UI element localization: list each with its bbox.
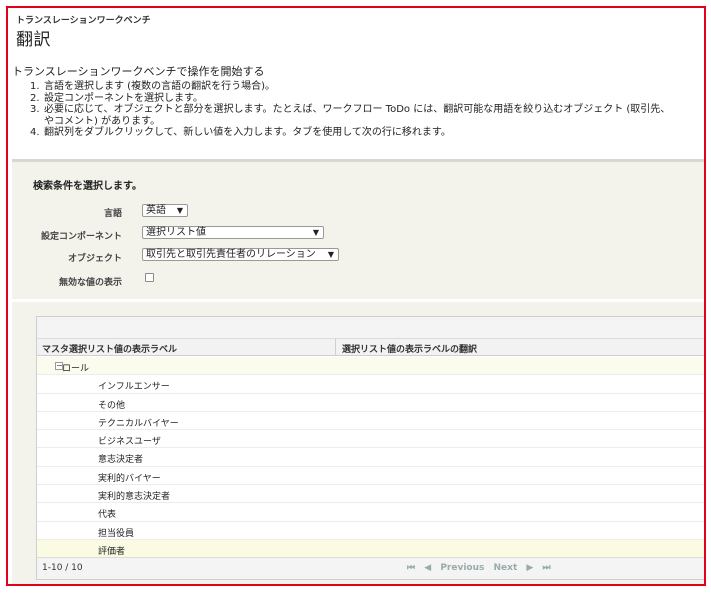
group-row-role[interactable]: − ロール	[37, 357, 704, 376]
col-separator	[335, 339, 336, 356]
col-master-header[interactable]: マスタ選択リスト値の表示ラベル	[42, 342, 177, 355]
highlight-frame: トランスレーションワークベンチ 翻訳 トランスレーションワークベンチで操作を開始…	[6, 6, 706, 586]
inactive-values-checkbox[interactable]	[145, 273, 154, 282]
next-page-button[interactable]: Next	[494, 563, 518, 573]
chevron-down-icon: ▼	[327, 250, 334, 259]
grid-header: マスタ選択リスト値の表示ラベル 選択リスト値の表示ラベルの翻訳	[37, 339, 704, 356]
col-translation-header[interactable]: 選択リスト値の表示ラベルの翻訳	[342, 342, 477, 355]
table-row[interactable]: 評価者	[37, 539, 704, 559]
prev-page-button[interactable]: Previous	[440, 563, 484, 573]
language-select[interactable]: 英語 ▼	[142, 204, 188, 217]
filter-title: 検索条件を選択します。	[33, 181, 142, 192]
pager: ⏮ ◀ Previous Next ▶ ⏭	[407, 563, 557, 573]
chevron-down-icon: ▼	[176, 206, 183, 215]
intro-heading: トランスレーションワークベンチで操作を開始する	[12, 65, 265, 78]
table-row[interactable]: 実利的意志決定者	[37, 485, 704, 504]
inactive-values-label: 無効な値の表示	[58, 278, 122, 288]
step-3: 3. 必要に応じて、オブジェクトと部分を選択します。たとえば、ワークフロー ToD…	[30, 104, 671, 115]
grid-footer: 1-10 / 10 ⏮ ◀ Previous Next ▶ ⏭	[37, 557, 704, 579]
step-list: 1. 言語を選択します (複数の言語の翻訳を行う場合)。 2. 設定コンポーネントを…	[30, 81, 704, 139]
pager-count: 1-10 / 10	[42, 563, 83, 573]
page-title: 翻訳	[16, 30, 51, 50]
next-page-icon[interactable]: ▶	[526, 563, 533, 573]
component-label: 設定コンポーネント	[40, 232, 122, 242]
grid-rows: − ロール インフルエンサー その他 テクニカルバイヤー ビジネスユーザ 意志決…	[37, 357, 704, 559]
table-row[interactable]: インフルエンサー	[37, 375, 704, 394]
chevron-down-icon: ▼	[312, 228, 319, 237]
object-label: オブジェクト	[67, 254, 122, 264]
prev-page-icon[interactable]: ◀	[424, 563, 431, 573]
step-2: 2. 設定コンポーネントを選択します。	[30, 92, 203, 104]
language-label: 言語	[103, 209, 122, 219]
translation-grid: マスタ選択リスト値の表示ラベル 選択リスト値の表示ラベルの翻訳 − ロール イン…	[36, 316, 704, 580]
grid-area: マスタ選択リスト値の表示ラベル 選択リスト値の表示ラベルの翻訳 − ロール イン…	[12, 302, 704, 584]
table-row[interactable]: 代表	[37, 503, 704, 522]
table-row[interactable]: 担当役員	[37, 522, 704, 540]
table-row[interactable]: テクニカルバイヤー	[37, 412, 704, 431]
table-row[interactable]: その他	[37, 394, 704, 412]
step-3-continuation: やコメント) があります。	[44, 115, 161, 127]
table-row[interactable]: 意志決定者	[37, 448, 704, 467]
object-select[interactable]: 取引先と取引先責任者のリレーション ▼	[142, 248, 339, 261]
step-4: 4. 翻訳列をダブルクリックして、新しい値を入力します。タブを使用して次の行に移れ…	[30, 127, 451, 138]
last-page-icon[interactable]: ⏭	[542, 563, 550, 573]
table-row[interactable]: 実利的バイヤー	[37, 467, 704, 486]
grid-toolbar	[37, 317, 704, 339]
first-page-icon[interactable]: ⏮	[407, 563, 415, 573]
filter-panel: 検索条件を選択します。 言語 英語 ▼ 設定コンポーネント 選択リスト値 ▼ オブジ…	[12, 159, 704, 305]
table-row[interactable]: ビジネスユーザ	[37, 430, 704, 449]
component-select[interactable]: 選択リスト値 ▼	[142, 226, 324, 239]
step-1: 1. 言語を選択します (複数の言語の翻訳を行う場合)。	[30, 81, 275, 92]
